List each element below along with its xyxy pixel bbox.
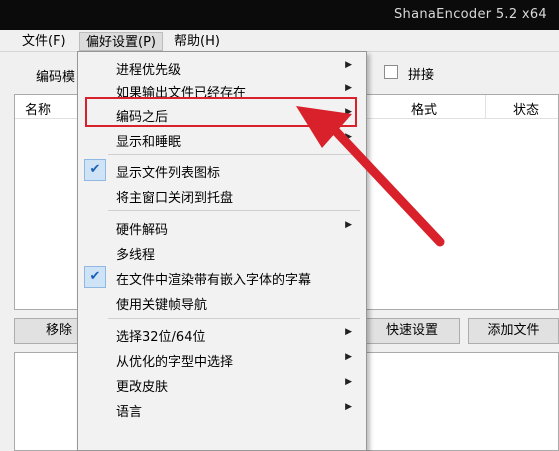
menu-item-label: 选择32位/64位: [116, 330, 206, 345]
column-name[interactable]: 名称: [25, 99, 51, 118]
submenu-arrow-icon: ▶: [345, 60, 352, 70]
menu-item-label: 硬件解码: [116, 223, 169, 238]
menu-item-label: 从优化的字型中选择: [116, 355, 234, 370]
menu-item-label: 显示文件列表图标: [116, 166, 221, 181]
menu-item-render-subtitles[interactable]: ✔ 在文件中渲染带有嵌入字体的字幕: [78, 266, 366, 288]
menu-separator: [108, 210, 360, 211]
annotation-highlight-box: [85, 97, 357, 127]
menu-item-process-priority[interactable]: 进程优先级 ▶: [78, 56, 366, 78]
menu-item-label: 进程优先级: [116, 63, 182, 78]
menu-item-label: 在文件中渲染带有嵌入字体的字幕: [116, 273, 312, 288]
submenu-arrow-icon: ▶: [345, 327, 352, 337]
menu-item-display-sleep[interactable]: 显示和睡眠 ▶: [78, 128, 366, 150]
menu-preferences[interactable]: 偏好设置(P): [79, 32, 163, 51]
menu-item-label: 显示和睡眠: [116, 135, 182, 150]
menu-item-hardware-decoding[interactable]: 硬件解码 ▶: [78, 216, 366, 238]
menu-item-multithreading[interactable]: 多线程: [78, 241, 366, 263]
submenu-arrow-icon: ▶: [345, 402, 352, 412]
menu-item-label: 更改皮肤: [116, 380, 169, 395]
menu-item-change-skin[interactable]: 更改皮肤 ▶: [78, 373, 366, 395]
menu-file[interactable]: 文件(F): [16, 32, 72, 51]
menu-item-label: 多线程: [116, 248, 156, 263]
window-title: ShanaEncoder 5.2 x64: [394, 7, 547, 22]
menu-separator: [108, 154, 360, 155]
menu-item-select-bitness[interactable]: 选择32位/64位 ▶: [78, 323, 366, 345]
submenu-arrow-icon: ▶: [345, 220, 352, 230]
merge-checkbox[interactable]: [384, 65, 398, 79]
merge-label: 拼接: [408, 68, 435, 83]
column-divider: [485, 95, 486, 119]
check-icon: ✔: [84, 159, 106, 181]
menu-item-optimized-font[interactable]: 从优化的字型中选择 ▶: [78, 348, 366, 370]
column-format[interactable]: 格式: [411, 99, 437, 118]
menu-item-label: 将主窗口关闭到托盘: [116, 191, 234, 206]
column-status[interactable]: 状态: [513, 99, 539, 118]
menu-help[interactable]: 帮助(H): [168, 32, 226, 51]
submenu-arrow-icon: ▶: [345, 352, 352, 362]
menu-bar: 文件(F) 偏好设置(P) 帮助(H): [0, 30, 559, 52]
title-bar: ShanaEncoder 5.2 x64: [0, 0, 559, 30]
encoding-mode-label[interactable]: 编码模: [36, 66, 75, 85]
menu-item-label: 语言: [116, 405, 143, 420]
menu-item-label: 使用关键帧导航: [116, 298, 208, 313]
menu-item-keyframe-navigation[interactable]: 使用关键帧导航: [78, 291, 366, 313]
menu-separator: [108, 318, 360, 319]
check-icon: ✔: [84, 266, 106, 288]
submenu-arrow-icon: ▶: [345, 83, 352, 93]
quick-settings-button[interactable]: 快速设置: [364, 318, 460, 344]
menu-item-show-file-icons[interactable]: ✔ 显示文件列表图标: [78, 159, 366, 181]
menu-item-language[interactable]: 语言 ▶: [78, 398, 366, 420]
submenu-arrow-icon: ▶: [345, 132, 352, 142]
add-file-button[interactable]: 添加文件: [468, 318, 559, 344]
menu-item-close-to-tray[interactable]: 将主窗口关闭到托盘: [78, 184, 366, 206]
submenu-arrow-icon: ▶: [345, 377, 352, 387]
